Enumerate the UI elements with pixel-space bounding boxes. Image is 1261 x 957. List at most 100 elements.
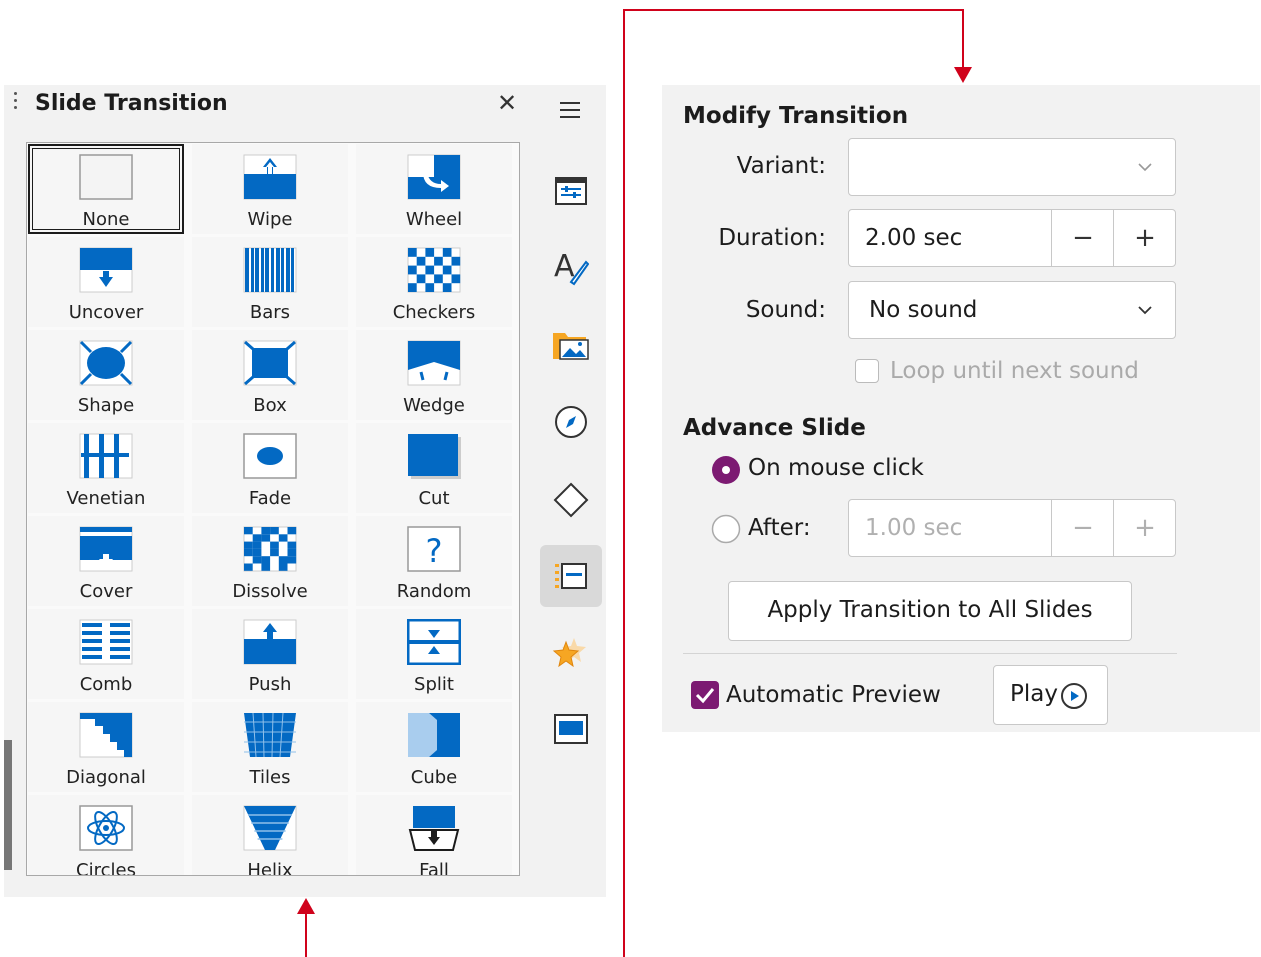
connector-line-horizontal [623, 9, 964, 11]
transition-tile-split[interactable]: Split [356, 609, 512, 699]
transition-tile-diagonal[interactable]: Diagonal [28, 702, 184, 792]
transition-tile-fade[interactable]: Fade [192, 423, 348, 513]
transition-tile-tiles[interactable]: Tiles [192, 702, 348, 792]
wedge-icon [407, 340, 461, 386]
checkers-icon [407, 247, 461, 293]
transition-tile-shape[interactable]: Shape [28, 330, 184, 420]
transition-label: Uncover [68, 302, 144, 323]
slide-transition-icon[interactable] [540, 545, 602, 607]
uncover-icon [79, 247, 133, 293]
transition-tile-circles[interactable]: Circles [28, 795, 184, 876]
transition-label: Wedge [403, 395, 465, 416]
loop-checkbox[interactable] [855, 359, 879, 383]
transition-label: Split [414, 674, 454, 695]
transition-tile-random[interactable]: ? Random [356, 516, 512, 606]
connector-line-drop [962, 9, 964, 69]
comb-icon [79, 619, 133, 665]
shape-icon [79, 340, 133, 386]
duration-spinbox[interactable]: 2.00 sec − + [848, 209, 1176, 267]
duration-label: Duration: [718, 225, 826, 251]
panel-title: Slide Transition [35, 91, 228, 116]
transition-tile-helix[interactable]: Helix [192, 795, 348, 876]
none-icon [79, 154, 133, 200]
transition-label: Comb [79, 674, 133, 695]
transition-tile-wheel[interactable]: Wheel [356, 144, 512, 234]
bars-icon [243, 247, 297, 293]
transition-label: Dissolve [232, 581, 308, 602]
transition-tile-push[interactable]: Push [192, 609, 348, 699]
transition-tile-cut[interactable]: Cut [356, 423, 512, 513]
duration-decrease-button[interactable]: − [1051, 210, 1114, 266]
play-label: Play [1010, 681, 1058, 707]
transition-tile-none[interactable]: None [28, 144, 184, 234]
wheel-icon [407, 154, 461, 200]
sound-dropdown[interactable]: No sound [848, 281, 1176, 339]
box-icon [243, 340, 297, 386]
chevron-down-icon [1138, 163, 1152, 172]
transition-tile-cube[interactable]: Cube [356, 702, 512, 792]
duration-value[interactable]: 2.00 sec [865, 210, 962, 266]
transition-tile-box[interactable]: Box [192, 330, 348, 420]
cover-icon [79, 526, 133, 572]
transition-label: Cut [418, 488, 450, 509]
navigator-icon[interactable] [540, 391, 602, 453]
loop-label: Loop until next sound [890, 358, 1139, 384]
arrow-up-icon [297, 898, 315, 914]
transition-label: Venetian [66, 488, 146, 509]
transition-label: Random [396, 581, 472, 602]
connector-line-up [305, 912, 307, 957]
automatic-preview-checkbox[interactable] [691, 681, 719, 709]
transition-label: Wheel [405, 209, 463, 230]
dissolve-icon [243, 526, 297, 572]
circles-icon [79, 805, 133, 851]
sidebar-drag-handle[interactable] [4, 740, 12, 870]
apply-to-all-slides-button[interactable]: Apply Transition to All Slides [728, 581, 1132, 641]
transition-tile-bars[interactable]: Bars [192, 237, 348, 327]
transition-tile-wedge[interactable]: Wedge [356, 330, 512, 420]
transition-tile-venetian[interactable]: Venetian [28, 423, 184, 513]
diagonal-icon [79, 712, 133, 758]
panel-grip-icon[interactable] [14, 92, 18, 116]
gallery-icon[interactable] [540, 314, 602, 376]
transition-label: Box [253, 395, 287, 416]
transition-tile-fall[interactable]: Fall [356, 795, 512, 875]
transition-tile-cover[interactable]: Cover [28, 516, 184, 606]
play-icon [1061, 683, 1087, 709]
after-decrease-button[interactable]: − [1051, 500, 1114, 556]
wipe-icon [243, 154, 297, 200]
cube-icon [408, 713, 460, 757]
fall-icon [408, 806, 460, 851]
close-button[interactable]: ✕ [493, 88, 521, 118]
shapes-icon[interactable] [540, 469, 602, 531]
transition-label: Shape [77, 395, 135, 416]
after-radio[interactable] [711, 514, 741, 544]
duration-increase-button[interactable]: + [1113, 210, 1176, 266]
split-icon [407, 619, 461, 665]
after-value[interactable]: 1.00 sec [865, 500, 962, 556]
transition-label: Circles [76, 860, 136, 876]
transition-grid: None Wipe Wheel Uncover Bars Checkers Shape Box… [26, 142, 520, 876]
svg-text:?: ? [426, 532, 443, 570]
play-button[interactable]: Play [993, 665, 1108, 725]
transition-label: Diagonal [66, 767, 146, 788]
on-mouse-click-radio[interactable] [711, 455, 741, 485]
after-increase-button[interactable]: + [1113, 500, 1176, 556]
connector-line-vertical [623, 9, 625, 957]
transition-label: Helix [247, 860, 293, 876]
transition-tile-dissolve[interactable]: Dissolve [192, 516, 348, 606]
variant-dropdown[interactable] [848, 138, 1176, 196]
push-icon [243, 619, 297, 665]
transition-label: Cube [410, 767, 458, 788]
styles-icon[interactable]: A [540, 236, 602, 298]
transition-tile-uncover[interactable]: Uncover [28, 237, 184, 327]
animation-icon[interactable] [540, 620, 602, 682]
transition-tile-comb[interactable]: Comb [28, 609, 184, 699]
menu-icon[interactable] [540, 79, 602, 141]
transition-label: Wipe [247, 209, 293, 230]
after-spinbox[interactable]: 1.00 sec − + [848, 499, 1176, 557]
transition-tile-checkers[interactable]: Checkers [356, 237, 512, 327]
master-slides-icon[interactable] [540, 698, 602, 760]
transition-tile-wipe[interactable]: Wipe [192, 144, 348, 234]
transition-label: Tiles [249, 767, 291, 788]
properties-icon[interactable] [540, 160, 602, 222]
